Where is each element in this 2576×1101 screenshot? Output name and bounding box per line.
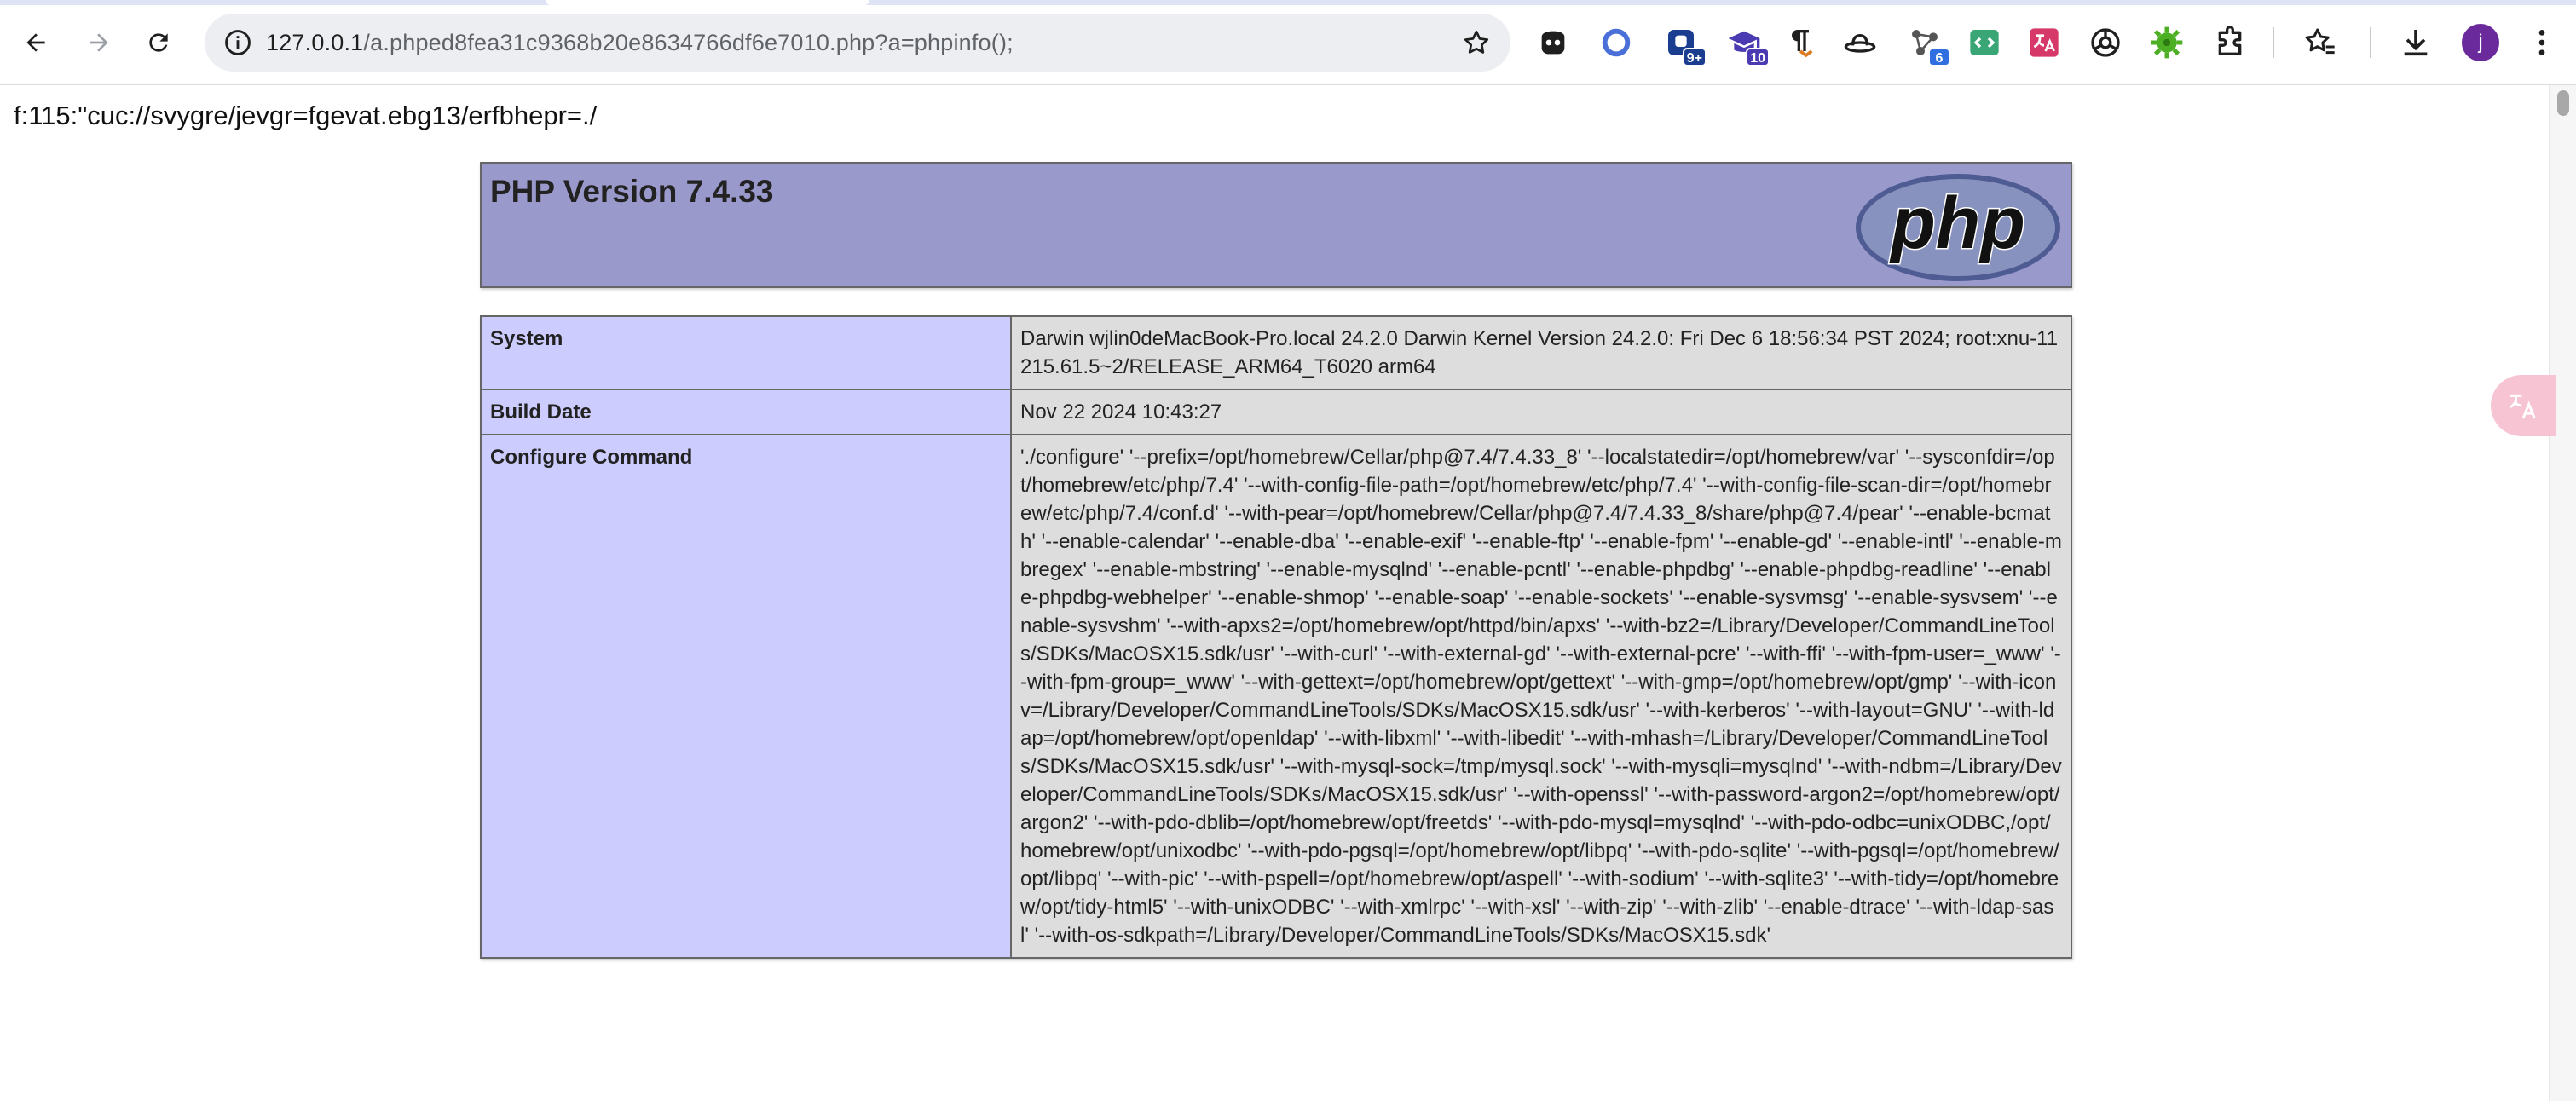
browser-menu-button[interactable]: [2523, 24, 2561, 61]
row-value: Darwin wjlin0deMacBook-Pro.local 24.2.0 …: [1010, 315, 2072, 390]
extension-circle-ring[interactable]: [1597, 24, 1635, 61]
star-list-icon: [2305, 28, 2335, 55]
active-tab-edge[interactable]: [546, 0, 869, 5]
extension-gear-green[interactable]: [2148, 24, 2186, 61]
bookmarks-button[interactable]: [2302, 24, 2339, 61]
download-icon: [2404, 30, 2428, 56]
browser-toolbar: 127.0.0.1/a.phped8fea31c9368b20e8634766d…: [0, 0, 2576, 85]
site-info-icon[interactable]: [223, 28, 252, 57]
disc-icon: [2091, 28, 2120, 57]
php-logo-text: php: [1889, 182, 2025, 264]
translate-box-icon: [2030, 28, 2059, 57]
extension-ghost-mask[interactable]: [1534, 24, 1572, 61]
url-text[interactable]: 127.0.0.1/a.phped8fea31c9368b20e8634766d…: [266, 14, 1014, 72]
downloads-button[interactable]: [2397, 24, 2434, 61]
url-host: 127.0.0.1: [266, 30, 364, 55]
reload-button[interactable]: [135, 19, 182, 66]
gear-green-icon: [2151, 26, 2183, 59]
vertical-scrollbar[interactable]: [2549, 85, 2576, 1101]
back-button[interactable]: [12, 19, 60, 66]
ghost-mask-icon: [1541, 31, 1565, 55]
code-tag-icon: [1970, 30, 1999, 55]
tab-strip: [0, 0, 2576, 5]
url-path: /a.phped8fea31c9368b20e8634766df6e7010.p…: [363, 30, 1014, 55]
row-label: Configure Command: [480, 434, 1012, 959]
translate-icon: [2510, 394, 2536, 419]
extension-network[interactable]: 6: [1906, 24, 1950, 66]
php-version-header: PHP Version 7.4.33 php: [480, 162, 2072, 288]
bookmark-star-icon[interactable]: [1461, 27, 1492, 58]
extension-badge-count: 9+: [1682, 48, 1707, 66]
circle-ring-icon: [1602, 28, 1631, 57]
table-row: Configure Command './configure' '--prefi…: [480, 434, 2072, 959]
pilcrow-arrow-icon: [1792, 30, 1813, 58]
profile-avatar[interactable]: j: [2462, 24, 2499, 61]
rot13-output-line: f:115:"cuc://svygre/jevgr=fgevat.ebg13/e…: [14, 101, 598, 130]
row-value: './configure' '--prefix=/opt/homebrew/Ce…: [1010, 434, 2072, 959]
extension-pilcrow[interactable]: [1782, 24, 1819, 61]
table-row: Build Date Nov 22 2024 10:43:27: [480, 389, 2072, 435]
extension-disc[interactable]: [2087, 24, 2124, 61]
extension-code-tag[interactable]: [1966, 24, 2003, 61]
vertical-dots-icon: [2538, 30, 2545, 55]
scrollbar-thumb[interactable]: [2557, 90, 2569, 116]
puzzle-icon: [2218, 26, 2242, 55]
row-value: Nov 22 2024 10:43:27: [1010, 389, 2072, 435]
row-label: Build Date: [480, 389, 1012, 435]
toolbar-separator: [2273, 27, 2274, 58]
extension-hat[interactable]: [1841, 24, 1879, 61]
address-bar[interactable]: 127.0.0.1/a.phped8fea31c9368b20e8634766d…: [205, 14, 1510, 72]
php-version-title: PHP Version 7.4.33: [490, 174, 774, 209]
extension-badge-count: 6: [1928, 48, 1950, 66]
table-row: System Darwin wjlin0deMacBook-Pro.local …: [480, 315, 2072, 390]
arrow-left-icon: [26, 33, 45, 52]
extension-translate-box[interactable]: [2025, 24, 2063, 61]
row-label: System: [480, 315, 1012, 390]
arrow-right-icon: [90, 33, 108, 52]
extension-shield-badge[interactable]: 9+: [1662, 24, 1707, 66]
page-viewport: f:115:"cuc://svygre/jevgr=fgevat.ebg13/e…: [0, 85, 2549, 1101]
phpinfo-table: System Darwin wjlin0deMacBook-Pro.local …: [480, 315, 2072, 959]
forward-button[interactable]: [75, 19, 123, 66]
php-logo[interactable]: php: [1854, 172, 2062, 283]
translate-floating-button[interactable]: [2491, 375, 2556, 436]
reload-icon: [149, 33, 168, 52]
toolbar-separator: [2370, 27, 2371, 58]
extension-graduation-cap[interactable]: 10: [1725, 24, 1770, 66]
hat-icon: [1844, 33, 1876, 53]
extensions-menu-button[interactable]: [2211, 24, 2249, 61]
extension-badge-count: 10: [1746, 48, 1770, 66]
